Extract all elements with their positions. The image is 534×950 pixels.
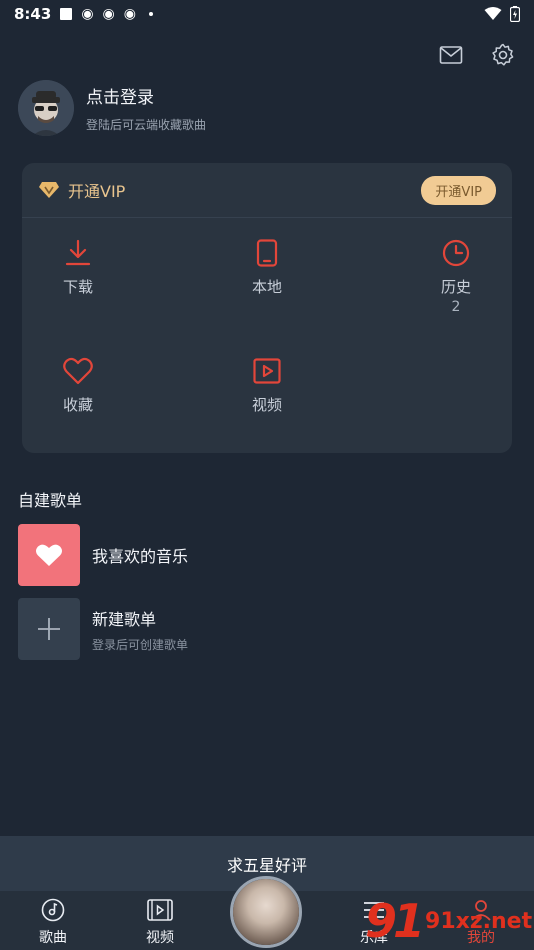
video-icon: [252, 356, 282, 386]
favorites-entry[interactable]: 收藏: [38, 356, 118, 415]
more-notifications-dot-icon: [148, 12, 153, 16]
avatar[interactable]: [18, 80, 74, 136]
vip-card: 开通VIP 开通VIP 下载 本地 历史 2 收藏 视频: [22, 163, 512, 453]
tab-songs-label: 歌曲: [39, 930, 67, 946]
watermark: 91 91xz.net: [365, 892, 534, 950]
history-count: 2: [451, 299, 461, 315]
watermark-site: 91xz.net: [425, 908, 533, 934]
wifi-icon: [484, 7, 502, 20]
login-title[interactable]: 点击登录: [86, 83, 206, 108]
vip-header: 开通VIP 开通VIP: [22, 163, 512, 218]
create-playlist-cover: [18, 598, 80, 660]
history-label: 历史: [440, 278, 471, 296]
tab-video[interactable]: 视频: [130, 897, 190, 947]
download-icon: [63, 238, 93, 268]
heart-icon: [63, 356, 93, 386]
weibo-icon: ◉: [123, 6, 136, 22]
album-art: [233, 879, 299, 945]
watermark-logo: 91: [365, 894, 425, 948]
default-avatar-icon: [18, 80, 74, 136]
notification-square-icon: [60, 8, 73, 20]
download-label: 下载: [62, 278, 93, 296]
clock-icon: [441, 238, 471, 268]
favorite-playlist[interactable]: 我喜欢的音乐: [18, 524, 188, 586]
video-entry[interactable]: 视频: [227, 356, 307, 415]
mail-icon[interactable]: [438, 42, 464, 68]
battery-charging-icon: [510, 6, 520, 22]
login-subtitle: 登陆后可云端收藏歌曲: [86, 118, 207, 132]
create-playlist[interactable]: 新建歌单 登录后可创建歌单: [18, 598, 188, 660]
plus-icon: [38, 618, 60, 640]
login-profile[interactable]: 点击登录 登陆后可云端收藏歌曲: [18, 80, 206, 136]
phone-icon: [252, 238, 282, 268]
download-entry[interactable]: 下载: [38, 238, 118, 297]
tab-video-label: 视频: [146, 930, 174, 946]
heart-filled-icon: [36, 544, 62, 566]
favorite-playlist-cover: [18, 524, 80, 586]
rate-app-text: 求五星好评: [226, 855, 307, 875]
weibo-icon: ◉: [81, 6, 94, 22]
section-title-playlists: 自建歌单: [18, 491, 83, 510]
weibo-icon: ◉: [102, 6, 115, 22]
history-entry[interactable]: 历史 2: [416, 238, 496, 315]
vip-title: 开通VIP: [68, 182, 126, 201]
status-time: 8:43: [14, 5, 52, 23]
status-bar: 8:43 ◉ ◉ ◉: [0, 0, 534, 28]
open-vip-button[interactable]: 开通VIP: [421, 175, 496, 205]
vip-diamond-icon: [39, 182, 59, 198]
local-label: 本地: [251, 278, 282, 296]
favorites-label: 收藏: [62, 396, 93, 414]
create-playlist-name: 新建歌单: [92, 609, 157, 629]
tab-songs[interactable]: 歌曲: [23, 897, 83, 947]
film-icon: [147, 897, 173, 923]
create-playlist-subtitle: 登录后可创建歌单: [92, 637, 189, 652]
favorite-playlist-name: 我喜欢的音乐: [92, 547, 189, 566]
settings-gear-icon[interactable]: [490, 42, 516, 68]
now-playing-disc[interactable]: [230, 876, 302, 948]
video-label: 视频: [251, 396, 282, 414]
top-actions: [438, 42, 516, 68]
music-disc-icon: [40, 897, 66, 923]
local-entry[interactable]: 本地: [227, 238, 307, 297]
